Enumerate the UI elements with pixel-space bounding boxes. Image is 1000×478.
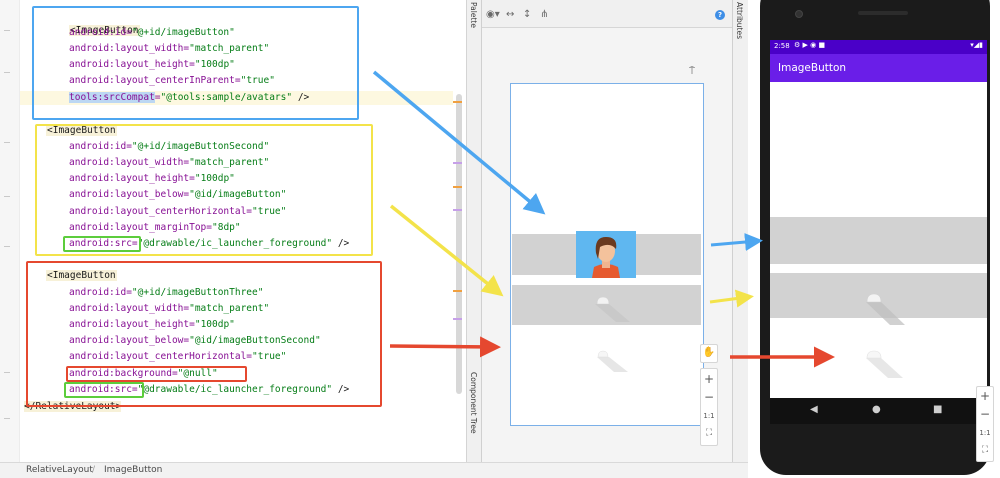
arrow-red-code — [389, 336, 501, 358]
arrow-blue-phone — [710, 233, 763, 252]
arrow-yellow-phone — [709, 289, 754, 308]
arrow-yellow-code — [389, 204, 504, 297]
annotation-arrows — [372, 70, 835, 368]
arrow-blue-code — [372, 70, 546, 215]
